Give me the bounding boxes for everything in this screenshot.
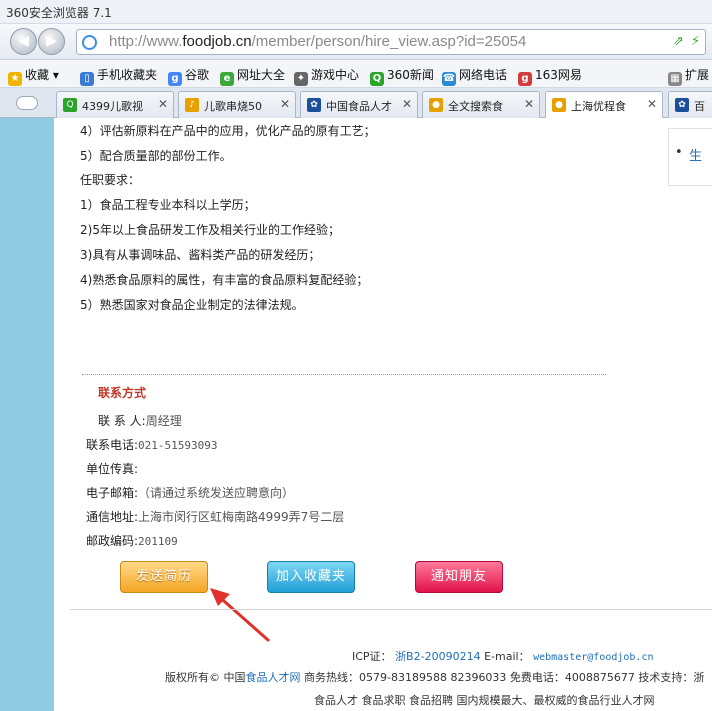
job-detail-content: 4）评估新原料在产品中的应用，优化产品的原有工艺； 5）配合质量部的部份工作。 … <box>54 118 712 711</box>
requirement-line: 4)熟悉食品原料的属性，有丰富的食品原料复配经验； <box>80 273 369 287</box>
navigation-bar: ◀ ▶ http://www.foodjob.cn/member/person/… <box>0 24 712 60</box>
back-button[interactable]: ◀ <box>10 28 37 55</box>
left-gutter <box>0 118 54 711</box>
contact-postcode-value: 201109 <box>138 535 178 548</box>
notify-friend-button[interactable]: 通知朋友 <box>415 561 503 593</box>
tab-bar: Q 4399儿歌视 ✕ ♪ 儿歌串烧50 ✕ ✿ 中国食品人才 ✕ ● 全文搜索… <box>0 88 712 119</box>
favorites-menu[interactable]: ★ 收藏 ▾ <box>8 66 59 86</box>
tab-shanghai-active[interactable]: ● 上海优程食 ✕ <box>545 91 663 119</box>
send-resume-button[interactable]: 发送简历 <box>120 561 208 593</box>
footer-icp: ICP证： 浙B2-20090214 E-mail： webmaster@foo… <box>352 650 654 663</box>
contact-address-row: 通信地址:上海市闵行区虹梅南路4999弄7号二层 <box>86 510 345 524</box>
side-link[interactable]: 生 <box>689 145 702 164</box>
page-viewport: 4）评估新原料在产品中的应用，优化产品的原有工艺； 5）配合质量部的部份工作。 … <box>0 118 712 711</box>
close-icon[interactable]: ✕ <box>158 97 168 111</box>
fav-news[interactable]: Q 360新闻 <box>370 66 434 86</box>
red-arrow-annotation <box>210 588 270 642</box>
url-domain: foodjob.cn <box>182 33 252 50</box>
window-title: 360安全浏览器 7.1 <box>6 6 112 20</box>
tab-foodjob[interactable]: ✿ 中国食品人才 ✕ <box>300 91 418 118</box>
tab-songs[interactable]: ♪ 儿歌串烧50 ✕ <box>178 91 296 118</box>
fav-google[interactable]: g 谷歌 <box>168 66 209 86</box>
phone-icon: ☎ <box>442 72 456 86</box>
fav-163[interactable]: g 163网易 <box>518 66 582 86</box>
music-icon: ♪ <box>185 98 199 112</box>
icp-link[interactable]: 浙B2-20090214 <box>395 650 481 663</box>
webmaster-email-link[interactable]: webmaster@foodjob.cn <box>533 652 653 663</box>
url-path: /member/person/hire_view.asp?id=25054 <box>251 33 527 50</box>
footer-divider <box>70 609 712 610</box>
grid-icon: ▦ <box>668 72 682 86</box>
contact-person-value: 周经理 <box>145 414 182 428</box>
url-prefix: http://www. <box>109 33 183 50</box>
lightning-icon[interactable]: ⚡ <box>691 34 700 49</box>
requirement-line: 3)具有从事调味品、酱料类产品的研发经历； <box>80 248 321 262</box>
requirements-heading: 任职要求： <box>80 173 141 187</box>
window-titlebar: 360安全浏览器 7.1 <box>0 0 712 24</box>
fav-extensions[interactable]: ▦ 扩展 <box>668 66 709 86</box>
back-arrow-icon: ◀ <box>18 33 29 49</box>
tab-search[interactable]: ● 全文搜索食 ✕ <box>422 91 540 118</box>
close-icon[interactable]: ✕ <box>280 97 290 111</box>
close-icon[interactable]: ✕ <box>524 97 534 111</box>
contact-email-row: 电子邮箱:（请通过系统发送应聘意向） <box>86 486 295 500</box>
medal-icon: ● <box>429 98 443 112</box>
share-icon[interactable]: ⇗ <box>673 34 684 49</box>
netease-icon: g <box>518 72 532 86</box>
fav-games[interactable]: ✦ 游戏中心 <box>294 66 359 86</box>
gamepad-icon: ✦ <box>294 72 308 86</box>
paw-icon: ✿ <box>307 98 321 112</box>
fav-mobile[interactable]: ▯ 手机收藏夹 <box>80 66 157 86</box>
contact-postcode-row: 邮政编码:201109 <box>86 534 178 548</box>
paw-icon: ✿ <box>675 98 689 112</box>
star-icon: ★ <box>8 72 22 86</box>
forward-arrow-icon: ▶ <box>46 33 57 49</box>
phone-icon: ▯ <box>80 72 94 86</box>
site-icon <box>82 35 97 50</box>
contact-section-title: 联系方式 <box>98 386 147 400</box>
section-divider <box>82 374 606 375</box>
footer-copyright: 版权所有© 中国食品人才网 商务热线：0579-83189588 8239603… <box>165 671 705 684</box>
forward-button[interactable]: ▶ <box>38 28 65 55</box>
close-icon[interactable]: ✕ <box>402 97 412 111</box>
bullet: • <box>675 145 683 160</box>
add-favorite-button[interactable]: 加入收藏夹 <box>267 561 355 593</box>
foodjob-link[interactable]: 食品人才网 <box>246 671 301 684</box>
right-side-panel: • 生 <box>668 128 712 186</box>
contact-phone-value: 021-51593093 <box>138 439 218 452</box>
favorites-bar: ★ 收藏 ▾ ▯ 手机收藏夹 g 谷歌 e 网址大全 ✦ 游戏中心 Q 360新闻 ☎ 网络电… <box>0 60 712 88</box>
requirement-line: 1）食品工程专业本科以上学历； <box>80 198 256 212</box>
duty-line: 4）评估新原料在产品中的应用，优化产品的原有工艺； <box>80 124 376 138</box>
fav-phone[interactable]: ☎ 网络电话 <box>442 66 507 86</box>
fav-directory[interactable]: e 网址大全 <box>220 66 285 86</box>
requirement-line: 5）熟悉国家对食品企业制定的法律法规。 <box>80 298 304 312</box>
contact-phone-row: 联系电话:021-51593093 <box>86 438 218 452</box>
contact-email-value: （请通过系统发送应聘意向） <box>138 486 295 500</box>
duty-line: 5）配合质量部的部份工作。 <box>80 149 232 163</box>
tab-baidu[interactable]: ✿ 百 <box>668 91 712 118</box>
search-icon: Q <box>370 72 384 86</box>
close-icon[interactable]: ✕ <box>647 97 657 111</box>
footer-tagline: 食品人才 食品求职 食品招聘 国内规模最大、最权威的食品行业人才网 <box>314 694 655 707</box>
address-bar[interactable]: http://www.foodjob.cn/member/person/hire… <box>76 29 706 55</box>
contact-address-value: 上海市闵行区虹梅南路4999弄7号二层 <box>138 510 345 524</box>
contact-fax-row: 单位传真: <box>86 462 139 476</box>
search-icon: Q <box>63 98 77 112</box>
tab-4399[interactable]: Q 4399儿歌视 ✕ <box>56 91 174 118</box>
contact-person-row: 联 系 人:周经理 <box>98 414 182 428</box>
globe-icon: e <box>220 72 234 86</box>
cloud-icon[interactable] <box>16 96 38 110</box>
url-text[interactable]: http://www.foodjob.cn/member/person/hire… <box>109 33 526 50</box>
google-icon: g <box>168 72 182 86</box>
requirement-line: 2)5年以上食品研发工作及相关行业的工作经验； <box>80 223 340 237</box>
medal-icon: ● <box>552 98 566 112</box>
